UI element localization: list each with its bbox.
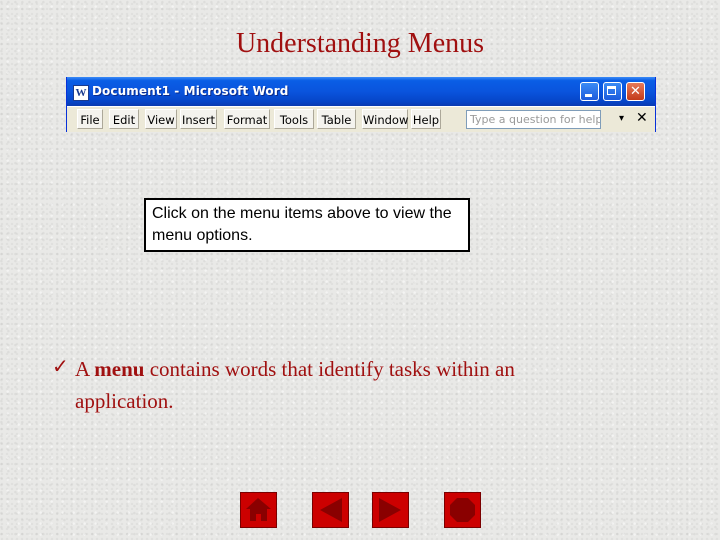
forward-arrow-icon bbox=[379, 498, 401, 522]
menu-view[interactable]: View bbox=[145, 109, 177, 129]
close-icon: ✕ bbox=[630, 84, 641, 99]
bullet-text: A menu contains words that identify task… bbox=[75, 353, 615, 417]
menu-tools[interactable]: Tools bbox=[274, 109, 314, 129]
bullet-prefix: A bbox=[75, 357, 95, 381]
ask-question-input[interactable]: Type a question for help bbox=[466, 110, 601, 129]
checkmark-bullet-icon: ✓ bbox=[52, 354, 69, 378]
menu-file[interactable]: File bbox=[77, 109, 103, 129]
word-app-icon[interactable]: W bbox=[73, 85, 89, 101]
stop-icon bbox=[450, 498, 475, 522]
maximize-button[interactable] bbox=[603, 82, 622, 101]
end-show-button[interactable] bbox=[444, 492, 481, 528]
menu-table[interactable]: Table bbox=[317, 109, 356, 129]
bullet-term: menu bbox=[94, 357, 145, 381]
help-dropdown-icon[interactable]: ▾ bbox=[619, 113, 624, 124]
menu-help[interactable]: Help bbox=[411, 109, 441, 129]
menu-edit[interactable]: Edit bbox=[109, 109, 139, 129]
menu-bar: File Edit View Insert Format Tools Table… bbox=[67, 106, 655, 132]
instruction-callout: Click on the menu items above to view th… bbox=[144, 198, 470, 252]
window-title: Document1 - Microsoft Word bbox=[92, 84, 289, 98]
home-button[interactable] bbox=[240, 492, 277, 528]
close-button[interactable]: ✕ bbox=[626, 82, 645, 101]
menu-format[interactable]: Format bbox=[224, 109, 270, 129]
slide-title: Understanding Menus bbox=[235, 28, 485, 59]
menu-window[interactable]: Window bbox=[362, 109, 408, 129]
back-arrow-icon bbox=[320, 498, 342, 522]
word-window: W Document1 - Microsoft Word ✕ File Edit… bbox=[66, 77, 656, 132]
home-icon bbox=[246, 498, 271, 521]
previous-slide-button[interactable] bbox=[312, 492, 349, 528]
document-close-icon[interactable]: ✕ bbox=[636, 110, 648, 126]
title-bar[interactable]: W Document1 - Microsoft Word ✕ bbox=[67, 77, 655, 106]
minimize-icon bbox=[585, 94, 592, 97]
menu-insert[interactable]: Insert bbox=[180, 109, 217, 129]
maximize-icon bbox=[607, 86, 616, 95]
minimize-button[interactable] bbox=[580, 82, 599, 101]
next-slide-button[interactable] bbox=[372, 492, 409, 528]
